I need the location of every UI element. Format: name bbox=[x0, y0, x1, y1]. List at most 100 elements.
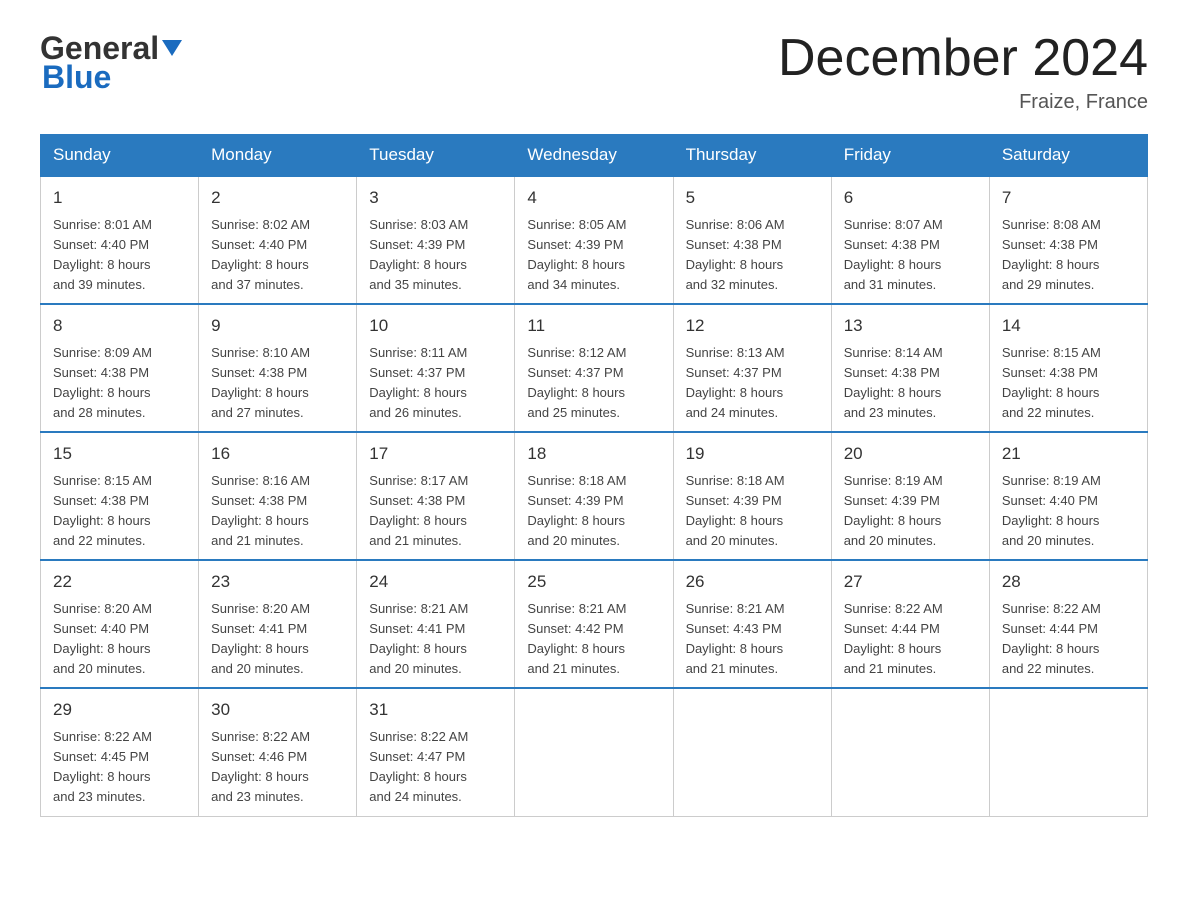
title-block: December 2024 Fraize, France bbox=[778, 30, 1148, 114]
table-row: 4 Sunrise: 8:05 AM Sunset: 4:39 PM Daylig… bbox=[515, 176, 673, 304]
day-info: Sunrise: 8:06 AM Sunset: 4:38 PM Dayligh… bbox=[686, 215, 819, 296]
table-row: 8 Sunrise: 8:09 AM Sunset: 4:38 PM Daylig… bbox=[41, 304, 199, 432]
location: Fraize, France bbox=[778, 91, 1148, 114]
table-row: 19 Sunrise: 8:18 AM Sunset: 4:39 PM Dayli… bbox=[673, 432, 831, 560]
table-row: 18 Sunrise: 8:18 AM Sunset: 4:39 PM Dayli… bbox=[515, 432, 673, 560]
table-row: 9 Sunrise: 8:10 AM Sunset: 4:38 PM Daylig… bbox=[199, 304, 357, 432]
day-number: 10 bbox=[369, 313, 502, 339]
calendar-week-row: 15 Sunrise: 8:15 AM Sunset: 4:38 PM Dayli… bbox=[41, 432, 1148, 560]
table-row: 20 Sunrise: 8:19 AM Sunset: 4:39 PM Dayli… bbox=[831, 432, 989, 560]
page-header: General Blue December 2024 Fraize, Franc… bbox=[40, 30, 1148, 114]
day-info: Sunrise: 8:09 AM Sunset: 4:38 PM Dayligh… bbox=[53, 343, 186, 424]
day-number: 4 bbox=[527, 185, 660, 211]
day-number: 3 bbox=[369, 185, 502, 211]
table-row bbox=[673, 688, 831, 816]
day-number: 15 bbox=[53, 441, 186, 467]
table-row: 13 Sunrise: 8:14 AM Sunset: 4:38 PM Dayli… bbox=[831, 304, 989, 432]
day-info: Sunrise: 8:22 AM Sunset: 4:44 PM Dayligh… bbox=[1002, 599, 1135, 680]
table-row: 3 Sunrise: 8:03 AM Sunset: 4:39 PM Daylig… bbox=[357, 176, 515, 304]
day-number: 11 bbox=[527, 313, 660, 339]
table-row: 22Sunrise: 8:20 AM Sunset: 4:40 PM Dayli… bbox=[41, 560, 199, 688]
table-row: 17Sunrise: 8:17 AM Sunset: 4:38 PM Dayli… bbox=[357, 432, 515, 560]
day-number: 27 bbox=[844, 569, 977, 595]
day-number: 24 bbox=[369, 569, 502, 595]
col-friday: Friday bbox=[831, 135, 989, 177]
calendar-header-row: Sunday Monday Tuesday Wednesday Thursday… bbox=[41, 135, 1148, 177]
calendar-week-row: 22Sunrise: 8:20 AM Sunset: 4:40 PM Dayli… bbox=[41, 560, 1148, 688]
table-row: 24 Sunrise: 8:21 AM Sunset: 4:41 PM Dayli… bbox=[357, 560, 515, 688]
day-number: 5 bbox=[686, 185, 819, 211]
day-number: 12 bbox=[686, 313, 819, 339]
day-info: Sunrise: 8:10 AM Sunset: 4:38 PM Dayligh… bbox=[211, 343, 344, 424]
col-monday: Monday bbox=[199, 135, 357, 177]
day-info: Sunrise: 8:02 AM Sunset: 4:40 PM Dayligh… bbox=[211, 215, 344, 296]
day-info: Sunrise: 8:07 AM Sunset: 4:38 PM Dayligh… bbox=[844, 215, 977, 296]
logo-blue-text: Blue bbox=[40, 59, 111, 96]
day-number: 18 bbox=[527, 441, 660, 467]
logo: General Blue bbox=[40, 30, 182, 96]
month-title: December 2024 bbox=[778, 30, 1148, 87]
day-info: Sunrise: 8:13 AM Sunset: 4:37 PM Dayligh… bbox=[686, 343, 819, 424]
day-number: 16 bbox=[211, 441, 344, 467]
table-row: 26Sunrise: 8:21 AM Sunset: 4:43 PM Dayli… bbox=[673, 560, 831, 688]
day-number: 20 bbox=[844, 441, 977, 467]
col-tuesday: Tuesday bbox=[357, 135, 515, 177]
day-number: 21 bbox=[1002, 441, 1135, 467]
day-info: Sunrise: 8:08 AM Sunset: 4:38 PM Dayligh… bbox=[1002, 215, 1135, 296]
calendar-week-row: 8 Sunrise: 8:09 AM Sunset: 4:38 PM Daylig… bbox=[41, 304, 1148, 432]
table-row: 30 Sunrise: 8:22 AM Sunset: 4:46 PM Dayli… bbox=[199, 688, 357, 816]
day-number: 13 bbox=[844, 313, 977, 339]
logo-triangle-icon bbox=[162, 40, 182, 56]
day-number: 6 bbox=[844, 185, 977, 211]
day-number: 2 bbox=[211, 185, 344, 211]
day-number: 25 bbox=[527, 569, 660, 595]
table-row: 7 Sunrise: 8:08 AM Sunset: 4:38 PM Daylig… bbox=[989, 176, 1147, 304]
day-info: Sunrise: 8:21 AM Sunset: 4:41 PM Dayligh… bbox=[369, 599, 502, 680]
day-number: 29 bbox=[53, 697, 186, 723]
col-sunday: Sunday bbox=[41, 135, 199, 177]
table-row: 28 Sunrise: 8:22 AM Sunset: 4:44 PM Dayli… bbox=[989, 560, 1147, 688]
table-row: 25 Sunrise: 8:21 AM Sunset: 4:42 PM Dayli… bbox=[515, 560, 673, 688]
col-thursday: Thursday bbox=[673, 135, 831, 177]
table-row bbox=[515, 688, 673, 816]
calendar-week-row: 29 Sunrise: 8:22 AM Sunset: 4:45 PM Dayli… bbox=[41, 688, 1148, 816]
day-number: 1 bbox=[53, 185, 186, 211]
table-row: 10Sunrise: 8:11 AM Sunset: 4:37 PM Dayli… bbox=[357, 304, 515, 432]
day-number: 28 bbox=[1002, 569, 1135, 595]
day-number: 19 bbox=[686, 441, 819, 467]
table-row: 15 Sunrise: 8:15 AM Sunset: 4:38 PM Dayli… bbox=[41, 432, 199, 560]
table-row: 21Sunrise: 8:19 AM Sunset: 4:40 PM Dayli… bbox=[989, 432, 1147, 560]
day-info: Sunrise: 8:14 AM Sunset: 4:38 PM Dayligh… bbox=[844, 343, 977, 424]
day-info: Sunrise: 8:18 AM Sunset: 4:39 PM Dayligh… bbox=[527, 471, 660, 552]
day-info: Sunrise: 8:19 AM Sunset: 4:39 PM Dayligh… bbox=[844, 471, 977, 552]
day-info: Sunrise: 8:22 AM Sunset: 4:44 PM Dayligh… bbox=[844, 599, 977, 680]
table-row: 16Sunrise: 8:16 AM Sunset: 4:38 PM Dayli… bbox=[199, 432, 357, 560]
table-row: 1 Sunrise: 8:01 AM Sunset: 4:40 PM Daylig… bbox=[41, 176, 199, 304]
day-info: Sunrise: 8:22 AM Sunset: 4:47 PM Dayligh… bbox=[369, 727, 502, 808]
day-info: Sunrise: 8:21 AM Sunset: 4:42 PM Dayligh… bbox=[527, 599, 660, 680]
day-number: 14 bbox=[1002, 313, 1135, 339]
table-row: 2 Sunrise: 8:02 AM Sunset: 4:40 PM Daylig… bbox=[199, 176, 357, 304]
calendar-table: Sunday Monday Tuesday Wednesday Thursday… bbox=[40, 134, 1148, 816]
day-info: Sunrise: 8:22 AM Sunset: 4:46 PM Dayligh… bbox=[211, 727, 344, 808]
day-info: Sunrise: 8:03 AM Sunset: 4:39 PM Dayligh… bbox=[369, 215, 502, 296]
day-info: Sunrise: 8:12 AM Sunset: 4:37 PM Dayligh… bbox=[527, 343, 660, 424]
day-number: 7 bbox=[1002, 185, 1135, 211]
day-info: Sunrise: 8:18 AM Sunset: 4:39 PM Dayligh… bbox=[686, 471, 819, 552]
day-info: Sunrise: 8:05 AM Sunset: 4:39 PM Dayligh… bbox=[527, 215, 660, 296]
table-row: 6 Sunrise: 8:07 AM Sunset: 4:38 PM Daylig… bbox=[831, 176, 989, 304]
day-number: 22 bbox=[53, 569, 186, 595]
table-row: 23Sunrise: 8:20 AM Sunset: 4:41 PM Dayli… bbox=[199, 560, 357, 688]
day-number: 26 bbox=[686, 569, 819, 595]
col-saturday: Saturday bbox=[989, 135, 1147, 177]
day-info: Sunrise: 8:01 AM Sunset: 4:40 PM Dayligh… bbox=[53, 215, 186, 296]
day-info: Sunrise: 8:15 AM Sunset: 4:38 PM Dayligh… bbox=[53, 471, 186, 552]
day-number: 8 bbox=[53, 313, 186, 339]
day-number: 9 bbox=[211, 313, 344, 339]
day-info: Sunrise: 8:22 AM Sunset: 4:45 PM Dayligh… bbox=[53, 727, 186, 808]
table-row: 5 Sunrise: 8:06 AM Sunset: 4:38 PM Daylig… bbox=[673, 176, 831, 304]
calendar-week-row: 1 Sunrise: 8:01 AM Sunset: 4:40 PM Daylig… bbox=[41, 176, 1148, 304]
table-row bbox=[831, 688, 989, 816]
table-row: 31Sunrise: 8:22 AM Sunset: 4:47 PM Dayli… bbox=[357, 688, 515, 816]
day-number: 30 bbox=[211, 697, 344, 723]
